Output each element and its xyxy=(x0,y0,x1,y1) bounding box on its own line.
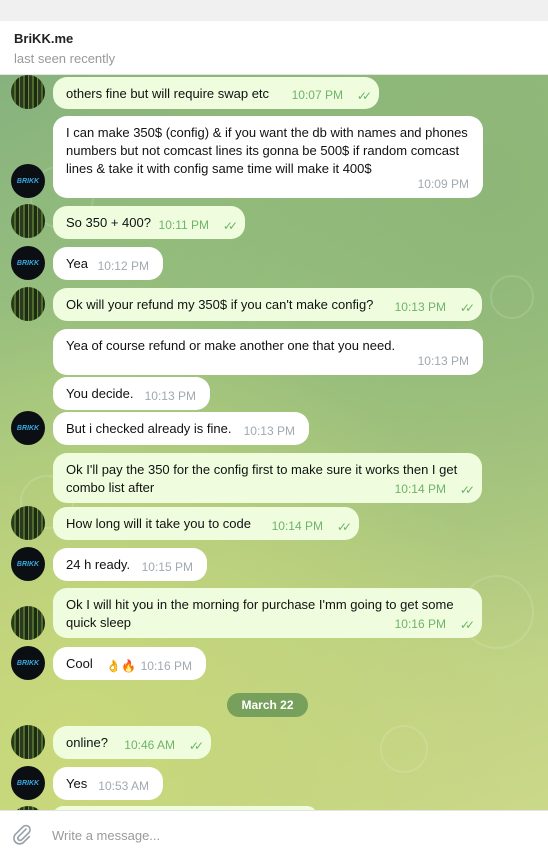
message-time: 10:53 AM xyxy=(98,779,149,793)
message-time: 10:13 PM xyxy=(144,389,196,403)
chat-header[interactable]: BriKK.me last seen recently xyxy=(0,21,548,75)
double-check-icon: ✓✓ xyxy=(336,520,352,534)
message-time: 10:15 PM xyxy=(141,560,193,574)
message-time: 10:16 PM xyxy=(394,617,446,631)
message-text: Cool xyxy=(66,656,93,671)
message-list[interactable]: others fine but will require swap etc 10… xyxy=(0,75,548,810)
date-divider: March 22 xyxy=(227,693,308,717)
message-text: You decide. xyxy=(66,386,134,401)
avatar[interactable]: BRIKK xyxy=(11,547,45,581)
message-time: 10:14 PM xyxy=(394,482,446,496)
window-top-bar xyxy=(0,0,548,21)
message-time: 10:12 PM xyxy=(97,259,149,273)
contact-name[interactable]: BriKK.me xyxy=(14,31,73,46)
message-text: others fine but will require swap etc xyxy=(66,86,270,101)
message-bubble[interactable]: Ok will your refund my 350$ if you can't… xyxy=(53,288,482,321)
message-bubble[interactable]: online? 10:46 AM ✓✓ xyxy=(53,726,211,759)
avatar[interactable] xyxy=(11,204,45,238)
message-bubble[interactable]: Yes 10:53 AM xyxy=(53,767,163,800)
message-bubble[interactable]: Yea 10:12 PM xyxy=(53,247,163,280)
message-text: Yes xyxy=(66,776,88,791)
message-text: But i checked already is fine. xyxy=(66,421,232,436)
message-time: 10:14 PM xyxy=(271,519,323,533)
paperclip-icon[interactable] xyxy=(11,823,33,850)
double-check-icon: ✓✓ xyxy=(356,89,372,103)
message-bubble[interactable]: So 350 + 400? 10:11 PM ✓✓ xyxy=(53,206,245,239)
avatar[interactable] xyxy=(11,725,45,759)
message-time: 10:16 PM xyxy=(140,659,192,673)
message-text: I can make 350$ (config) & if you want t… xyxy=(66,125,468,176)
message-time: 10:09 PM xyxy=(417,177,469,191)
contact-status: last seen recently xyxy=(14,51,116,66)
avatar[interactable] xyxy=(11,506,45,540)
avatar[interactable]: BRIKK xyxy=(11,246,45,280)
avatar[interactable] xyxy=(11,606,45,640)
message-bubble[interactable]: I can make 350$ (config) & if you want t… xyxy=(53,116,483,198)
message-text: How long will it take you to code xyxy=(66,516,251,531)
message-time: 10:46 AM xyxy=(124,738,175,752)
double-check-icon: ✓✓ xyxy=(459,618,475,632)
message-time: 10:13 PM xyxy=(417,354,469,368)
message-bubble[interactable]: Cool 👌🔥 10:16 PM xyxy=(53,647,206,680)
message-time: 10:07 PM xyxy=(291,88,343,102)
message-text: online? xyxy=(66,735,108,750)
message-bubble[interactable]: How long will it take you to code 10:14 … xyxy=(53,507,359,540)
double-check-icon: ✓✓ xyxy=(188,739,204,753)
message-bubble[interactable]: Yea of course refund or make another one… xyxy=(53,329,483,375)
avatar[interactable]: BRIKK xyxy=(11,164,45,198)
message-bubble[interactable]: others fine but will require swap etc 10… xyxy=(53,77,379,109)
message-bubble[interactable]: Ok I will hit you in the morning for pur… xyxy=(53,588,482,638)
message-text: Yea of course refund or make another one… xyxy=(66,338,396,353)
message-time: 10:13 PM xyxy=(394,300,446,314)
message-composer xyxy=(0,810,548,857)
avatar[interactable]: BRIKK xyxy=(11,766,45,800)
avatar[interactable] xyxy=(11,287,45,321)
avatar[interactable]: BRIKK xyxy=(11,646,45,680)
reaction-emoji: 👌🔥 xyxy=(106,659,136,673)
message-text: 24 h ready. xyxy=(66,557,131,572)
message-text: Yea xyxy=(66,256,88,271)
message-time: 10:13 PM xyxy=(243,424,295,438)
message-text: Ok will your refund my 350$ if you can't… xyxy=(66,297,374,312)
message-bubble[interactable]: You decide. 10:13 PM xyxy=(53,377,210,410)
double-check-icon: ✓✓ xyxy=(459,483,475,497)
double-check-icon: ✓✓ xyxy=(459,301,475,315)
message-input[interactable] xyxy=(50,824,524,846)
message-text: So 350 + 400? xyxy=(66,215,151,230)
avatar[interactable]: BRIKK xyxy=(11,411,45,445)
message-bubble[interactable]: 24 h ready. 10:15 PM xyxy=(53,548,207,581)
avatar[interactable] xyxy=(11,75,45,109)
message-bubble[interactable]: Ok I'll pay the 350 for the config first… xyxy=(53,453,482,503)
message-time: 10:11 PM xyxy=(158,218,209,232)
message-bubble[interactable]: But i checked already is fine. 10:13 PM xyxy=(53,412,309,445)
double-check-icon: ✓✓ xyxy=(222,219,238,233)
